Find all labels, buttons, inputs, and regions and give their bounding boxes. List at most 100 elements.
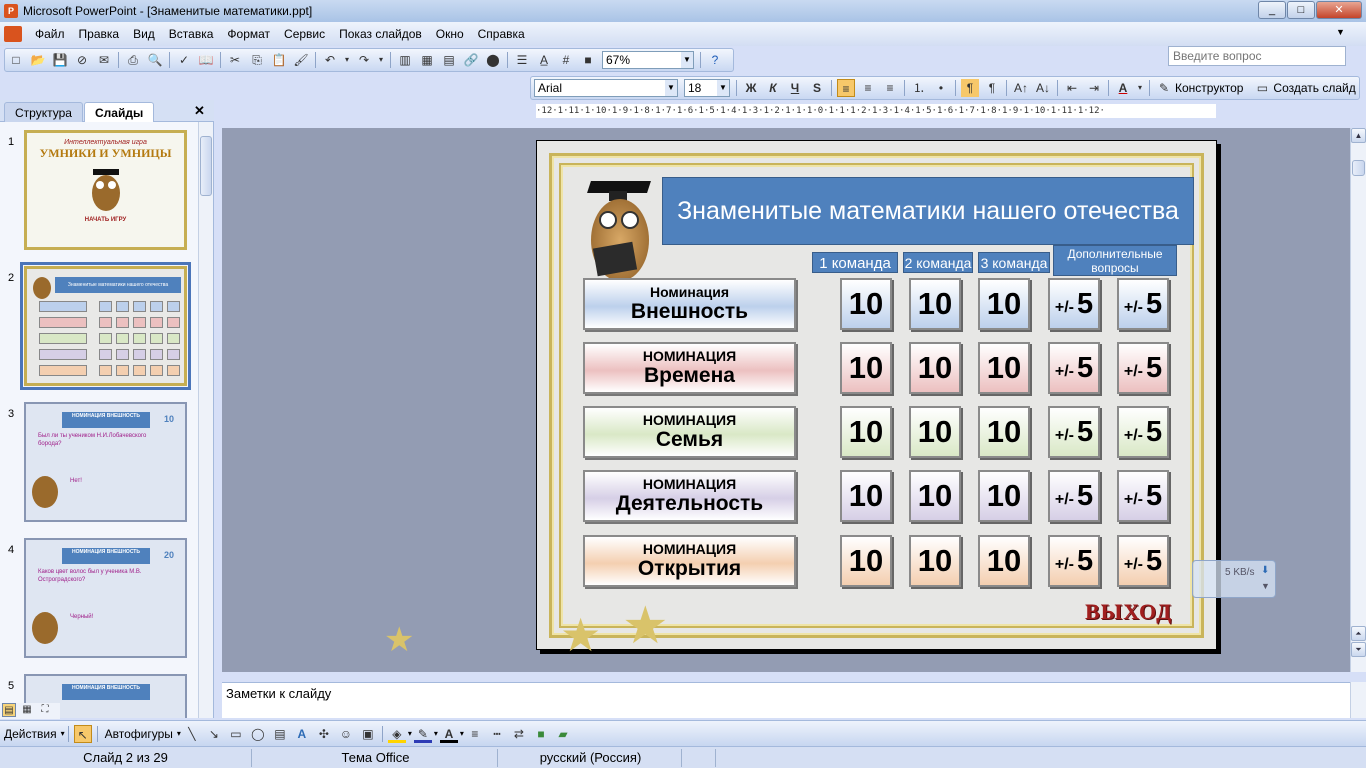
score-cell-team-1[interactable]: 10 — [840, 406, 892, 458]
score-cell-team-2[interactable]: 10 — [909, 470, 961, 522]
arrow-style-icon[interactable]: ⇄ — [510, 725, 528, 743]
copy-icon[interactable]: ⎘ — [248, 51, 266, 69]
slides-scrollbar[interactable] — [198, 122, 213, 718]
bold-button[interactable]: Ж — [742, 79, 760, 97]
bonus-cell[interactable]: +/- 5 — [1048, 470, 1100, 522]
score-cell-team-3[interactable]: 10 — [978, 406, 1030, 458]
align-center-icon[interactable]: ≡ — [859, 79, 877, 97]
font-combo[interactable]: Arial ▼ — [534, 79, 678, 97]
font-color-icon[interactable]: A — [439, 725, 458, 743]
ltr-icon[interactable]: ¶ — [961, 79, 979, 97]
bonus-cell[interactable]: +/- 5 — [1117, 535, 1169, 587]
score-cell-team-2[interactable]: 10 — [909, 278, 961, 330]
paste-icon[interactable]: 📋 — [270, 51, 288, 69]
autoshapes-dropdown-icon[interactable]: ▾ — [177, 729, 181, 738]
textbox-icon[interactable]: ▤ — [271, 725, 289, 743]
new-slide-button[interactable]: Создать слайд — [1273, 81, 1355, 95]
print-icon[interactable]: ⎙ — [124, 51, 142, 69]
main-scrollbar[interactable]: ▲ ⏶ ⏷ — [1350, 128, 1366, 672]
score-cell-team-1[interactable]: 10 — [840, 278, 892, 330]
bonus-cell[interactable]: +/- 5 — [1048, 535, 1100, 587]
font-color-dropdown-icon[interactable]: ▾ — [460, 729, 464, 738]
cut-icon[interactable]: ✂ — [226, 51, 244, 69]
research-icon[interactable]: 📖 — [197, 51, 215, 69]
italic-button[interactable]: К — [764, 79, 782, 97]
zoom-dropdown-icon[interactable]: ▼ — [681, 52, 693, 68]
size-dropdown-icon[interactable]: ▼ — [717, 80, 729, 96]
prev-slide-icon[interactable]: ⏶ — [1351, 626, 1366, 641]
menu-insert[interactable]: Вставка — [162, 27, 221, 41]
slide-title[interactable]: Знаменитые математики нашего отечества — [662, 177, 1194, 245]
tab-slides[interactable]: Слайды — [84, 102, 155, 122]
spelling-icon[interactable]: ✓ — [175, 51, 193, 69]
exit-button[interactable]: ВЫХОД — [1085, 599, 1172, 625]
menu-view[interactable]: Вид — [126, 27, 162, 41]
nomination-3-button[interactable]: НОМИНАЦИЯ Семья — [583, 406, 796, 458]
nomination-4-button[interactable]: НОМИНАЦИЯ Деятельность — [583, 470, 796, 522]
nomination-1-button[interactable]: Номинация Внешность — [583, 278, 796, 330]
tables-borders-icon[interactable]: ▤ — [440, 51, 458, 69]
new-icon[interactable]: □ — [7, 51, 25, 69]
slide-thumbnail-1[interactable]: Интеллектуальная игра УМНИКИ И УМНИЦЫ НА… — [24, 130, 187, 250]
increase-font-icon[interactable]: A↑ — [1012, 79, 1030, 97]
line-color-icon[interactable]: ✎ — [413, 725, 432, 743]
powerpoint-app-icon[interactable]: P — [4, 4, 18, 18]
font-color-icon[interactable]: A — [1114, 79, 1132, 97]
new-slide-icon[interactable]: ▭ — [1253, 79, 1271, 97]
designer-button[interactable]: Конструктор — [1175, 81, 1243, 95]
show-formatting-icon[interactable]: A̲ — [535, 51, 553, 69]
score-cell-team-3[interactable]: 10 — [978, 470, 1030, 522]
redo-icon[interactable]: ↷ — [355, 51, 373, 69]
score-cell-team-3[interactable]: 10 — [978, 535, 1030, 587]
normal-view-icon[interactable]: ▤ — [2, 703, 16, 717]
bonus-cell[interactable]: +/- 5 — [1117, 278, 1169, 330]
next-slide-icon[interactable]: ⏷ — [1351, 642, 1366, 657]
scroll-up-icon[interactable]: ▲ — [1351, 128, 1366, 143]
ask-question-input[interactable] — [1168, 46, 1346, 66]
score-cell-team-2[interactable]: 10 — [909, 535, 961, 587]
clipart-icon[interactable]: ☺ — [337, 725, 355, 743]
slide-thumbnail-3[interactable]: НОМИНАЦИЯ ВНЕШНОСТЬ 10 Был ли ты ученико… — [24, 402, 187, 522]
score-cell-team-2[interactable]: 10 — [909, 406, 961, 458]
underline-button[interactable]: Ч — [786, 79, 804, 97]
scrollbar-thumb[interactable] — [200, 136, 212, 196]
shadow-button[interactable]: S — [808, 79, 826, 97]
slideshow-icon[interactable]: ⛶ — [38, 703, 52, 717]
bonus-cell[interactable]: +/- 5 — [1048, 278, 1100, 330]
dash-style-icon[interactable]: ┅ — [488, 725, 506, 743]
minimize-button[interactable]: _ — [1258, 1, 1286, 19]
slide-thumbnail-4[interactable]: НОМИНАЦИЯ ВНЕШНОСТЬ 20 Каков цвет волос … — [24, 538, 187, 658]
clipart-icon[interactable]: ⬤ — [484, 51, 502, 69]
open-icon[interactable]: 📂 — [29, 51, 47, 69]
line-color-dropdown-icon[interactable]: ▾ — [434, 729, 438, 738]
expand-all-icon[interactable]: ☰ — [513, 51, 531, 69]
fill-color-icon[interactable]: ◈ — [387, 725, 406, 743]
print-preview-icon[interactable]: 🔍 — [146, 51, 164, 69]
help-icon[interactable]: ? — [706, 51, 724, 69]
menu-help[interactable]: Справка — [471, 27, 532, 41]
increase-indent-icon[interactable]: ⇥ — [1085, 79, 1103, 97]
color-grayscale-icon[interactable]: ■ — [579, 51, 597, 69]
autoshapes-menu[interactable]: Автофигуры — [101, 727, 177, 741]
bonus-cell[interactable]: +/- 5 — [1117, 342, 1169, 394]
insert-hyperlink-icon[interactable]: 🔗 — [462, 51, 480, 69]
insert-table-icon[interactable]: ▦ — [418, 51, 436, 69]
select-pointer-icon[interactable]: ↖ — [73, 724, 92, 743]
tab-outline[interactable]: Структура — [4, 102, 83, 122]
score-cell-team-3[interactable]: 10 — [978, 278, 1030, 330]
align-left-icon[interactable]: ≡ — [837, 79, 855, 97]
bonus-cell[interactable]: +/- 5 — [1048, 342, 1100, 394]
undo-icon[interactable]: ↶ — [321, 51, 339, 69]
bullets-icon[interactable]: • — [932, 79, 950, 97]
oval-icon[interactable]: ◯ — [249, 725, 267, 743]
designer-icon[interactable]: ✎ — [1155, 79, 1173, 97]
line-style-icon[interactable]: ≡ — [466, 725, 484, 743]
decrease-font-icon[interactable]: A↓ — [1034, 79, 1052, 97]
nomination-5-button[interactable]: НОМИНАЦИЯ Открытия — [583, 535, 796, 587]
network-speed-widget[interactable]: 5 KB/s ⬇ ▼ — [1192, 560, 1276, 598]
arrow-icon[interactable]: ↘ — [205, 725, 223, 743]
redo-dropdown-icon[interactable]: ▾ — [377, 51, 385, 69]
zoom-combo[interactable]: 67% ▼ — [602, 51, 694, 69]
line-icon[interactable]: ╲ — [183, 725, 201, 743]
document-icon[interactable] — [4, 26, 22, 42]
